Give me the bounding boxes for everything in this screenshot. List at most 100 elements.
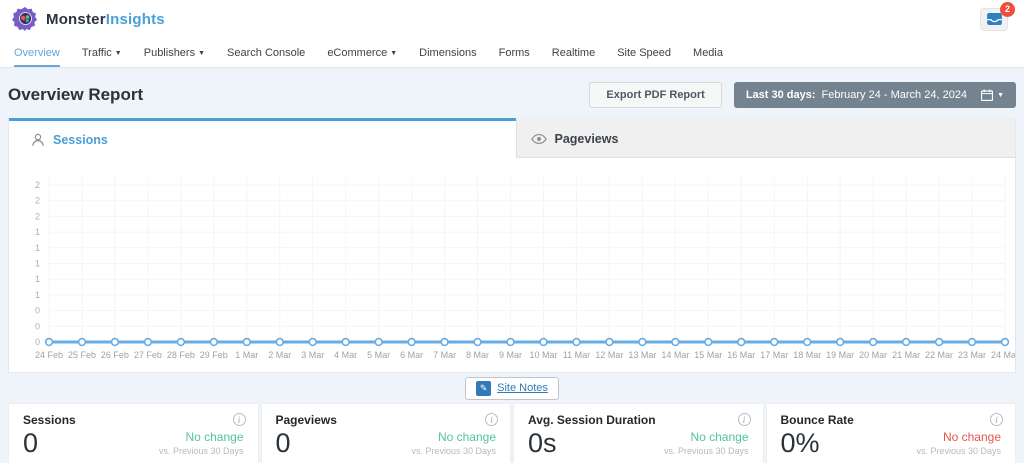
stat-change: No change bbox=[916, 430, 1001, 444]
svg-text:1: 1 bbox=[35, 274, 40, 284]
overview-chart-card: Sessions Pageviews 2221111100024 Feb25 F… bbox=[8, 118, 1016, 373]
nav-item-site-speed[interactable]: Site Speed bbox=[617, 38, 671, 67]
nav-item-label: Media bbox=[693, 47, 723, 59]
svg-text:22 Mar: 22 Mar bbox=[925, 350, 953, 360]
date-range-picker[interactable]: Last 30 days: February 24 - March 24, 20… bbox=[734, 82, 1016, 108]
nav-item-label: Publishers bbox=[144, 47, 195, 59]
app-header: MonsterInsights 2 bbox=[0, 0, 1024, 38]
nav-item-label: Search Console bbox=[227, 47, 305, 59]
svg-text:28 Feb: 28 Feb bbox=[167, 350, 195, 360]
nav-item-ecommerce[interactable]: eCommerce▼ bbox=[327, 38, 397, 67]
svg-text:25 Feb: 25 Feb bbox=[68, 350, 96, 360]
date-range-label: Last 30 days: bbox=[746, 89, 816, 101]
inbox-icon bbox=[987, 13, 1002, 25]
svg-text:24 Feb: 24 Feb bbox=[35, 350, 63, 360]
svg-text:1: 1 bbox=[35, 290, 40, 300]
nav-item-label: Traffic bbox=[82, 47, 112, 59]
tab-pageviews[interactable]: Pageviews bbox=[516, 118, 1016, 158]
svg-text:19 Mar: 19 Mar bbox=[826, 350, 854, 360]
nav-item-traffic[interactable]: Traffic▼ bbox=[82, 38, 122, 67]
export-pdf-button[interactable]: Export PDF Report bbox=[589, 82, 721, 108]
nav-item-overview[interactable]: Overview bbox=[14, 38, 60, 67]
nav-item-label: Overview bbox=[14, 47, 60, 59]
svg-text:24 Mar: 24 Mar bbox=[991, 350, 1015, 360]
stat-change: No change bbox=[664, 430, 749, 444]
stat-card-avg-session-duration: Avg. Session Durationi0sNo changevs. Pre… bbox=[513, 403, 764, 463]
stat-compare-period: vs. Previous 30 Days bbox=[664, 446, 749, 456]
nav-item-realtime[interactable]: Realtime bbox=[552, 38, 595, 67]
svg-text:2: 2 bbox=[35, 196, 40, 206]
svg-text:1 Mar: 1 Mar bbox=[235, 350, 258, 360]
stat-compare-period: vs. Previous 30 Days bbox=[916, 446, 1001, 456]
svg-text:0: 0 bbox=[35, 306, 40, 316]
sessions-line-chart: 2221111100024 Feb25 Feb26 Feb27 Feb28 Fe… bbox=[9, 158, 1015, 372]
nav-item-search-console[interactable]: Search Console bbox=[227, 38, 305, 67]
site-notes-button[interactable]: ✎ Site Notes bbox=[465, 377, 559, 400]
info-icon[interactable]: i bbox=[233, 413, 246, 426]
svg-text:2: 2 bbox=[35, 211, 40, 221]
svg-text:2: 2 bbox=[35, 180, 40, 190]
svg-text:2 Mar: 2 Mar bbox=[268, 350, 291, 360]
nav-item-publishers[interactable]: Publishers▼ bbox=[144, 38, 205, 67]
svg-text:0: 0 bbox=[35, 337, 40, 347]
stat-change: No change bbox=[159, 430, 244, 444]
notifications-button[interactable]: 2 bbox=[980, 8, 1008, 31]
nav-item-label: eCommerce bbox=[327, 47, 387, 59]
tab-pageviews-label: Pageviews bbox=[555, 132, 619, 146]
nav-item-label: Dimensions bbox=[419, 47, 476, 59]
svg-text:15 Mar: 15 Mar bbox=[694, 350, 722, 360]
stat-card-pageviews: Pageviewsi0No changevs. Previous 30 Days bbox=[261, 403, 512, 463]
chevron-down-icon: ▼ bbox=[390, 50, 397, 57]
svg-text:27 Feb: 27 Feb bbox=[134, 350, 162, 360]
svg-text:3 Mar: 3 Mar bbox=[301, 350, 324, 360]
svg-text:6 Mar: 6 Mar bbox=[400, 350, 423, 360]
tab-sessions[interactable]: Sessions bbox=[9, 118, 516, 158]
svg-text:18 Mar: 18 Mar bbox=[793, 350, 821, 360]
svg-text:20 Mar: 20 Mar bbox=[859, 350, 887, 360]
monsterinsights-logo: MonsterInsights bbox=[12, 6, 165, 32]
svg-text:14 Mar: 14 Mar bbox=[661, 350, 689, 360]
calendar-icon bbox=[981, 89, 993, 101]
date-range-value: February 24 - March 24, 2024 bbox=[822, 89, 968, 101]
svg-text:16 Mar: 16 Mar bbox=[727, 350, 755, 360]
notification-count-badge: 2 bbox=[1000, 2, 1015, 17]
main-nav: OverviewTraffic▼Publishers▼Search Consol… bbox=[0, 38, 1024, 68]
stat-title: Sessions bbox=[23, 413, 244, 427]
stat-compare-period: vs. Previous 30 Days bbox=[411, 446, 496, 456]
svg-text:10 Mar: 10 Mar bbox=[529, 350, 557, 360]
chevron-down-icon: ▼ bbox=[198, 50, 205, 57]
svg-text:0: 0 bbox=[35, 321, 40, 331]
stat-title: Avg. Session Duration bbox=[528, 413, 749, 427]
stat-change: No change bbox=[411, 430, 496, 444]
svg-text:29 Feb: 29 Feb bbox=[200, 350, 228, 360]
stats-row: Sessionsi0No changevs. Previous 30 DaysP… bbox=[8, 403, 1016, 463]
info-icon[interactable]: i bbox=[990, 413, 1003, 426]
svg-text:13 Mar: 13 Mar bbox=[628, 350, 656, 360]
svg-text:8 Mar: 8 Mar bbox=[466, 350, 489, 360]
nav-item-dimensions[interactable]: Dimensions bbox=[419, 38, 476, 67]
page-title: Overview Report bbox=[8, 85, 143, 105]
person-icon bbox=[31, 133, 45, 147]
stat-title: Pageviews bbox=[276, 413, 497, 427]
svg-text:21 Mar: 21 Mar bbox=[892, 350, 920, 360]
svg-text:7 Mar: 7 Mar bbox=[433, 350, 456, 360]
stat-card-bounce-rate: Bounce Ratei0%No changevs. Previous 30 D… bbox=[766, 403, 1017, 463]
svg-text:4 Mar: 4 Mar bbox=[334, 350, 357, 360]
svg-text:9 Mar: 9 Mar bbox=[499, 350, 522, 360]
stat-title: Bounce Rate bbox=[781, 413, 1002, 427]
svg-text:5 Mar: 5 Mar bbox=[367, 350, 390, 360]
nav-item-media[interactable]: Media bbox=[693, 38, 723, 67]
nav-item-label: Realtime bbox=[552, 47, 595, 59]
logo-wordmark: MonsterInsights bbox=[46, 11, 165, 28]
svg-text:23 Mar: 23 Mar bbox=[958, 350, 986, 360]
info-icon[interactable]: i bbox=[738, 413, 751, 426]
svg-text:17 Mar: 17 Mar bbox=[760, 350, 788, 360]
info-icon[interactable]: i bbox=[485, 413, 498, 426]
svg-text:11 Mar: 11 Mar bbox=[563, 350, 590, 360]
nav-item-label: Forms bbox=[499, 47, 530, 59]
svg-text:26 Feb: 26 Feb bbox=[101, 350, 129, 360]
svg-text:1: 1 bbox=[35, 227, 40, 237]
tab-sessions-label: Sessions bbox=[53, 133, 108, 147]
nav-item-forms[interactable]: Forms bbox=[499, 38, 530, 67]
svg-text:1: 1 bbox=[35, 243, 40, 253]
